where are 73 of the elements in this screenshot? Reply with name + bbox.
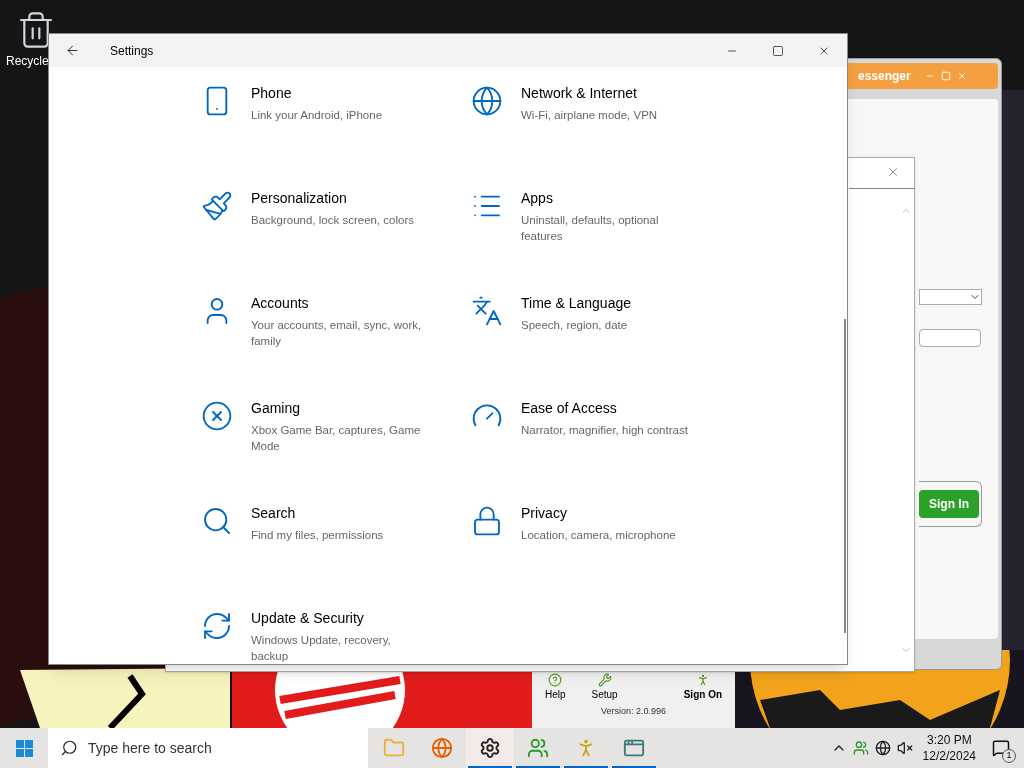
settings-category[interactable]: Apps Uninstall, defaults, optional features	[471, 188, 741, 270]
settings-category[interactable]: Update & Security Windows Update, recovery, backup	[201, 608, 471, 664]
category-title: Ease of Access	[521, 399, 618, 418]
settings-icon	[479, 737, 501, 759]
category-description: Background, lock screen, colors	[251, 213, 415, 228]
toolbar-button[interactable]: Sign On	[683, 673, 723, 702]
category-description: Uninstall, defaults, optional features	[521, 213, 660, 244]
scrollbar-thumb[interactable]	[844, 319, 846, 633]
category-description: Xbox Game Bar, captures, Game Mode	[251, 423, 422, 454]
xbox-icon	[201, 400, 233, 432]
globe-icon	[471, 85, 503, 117]
search-icon	[201, 505, 233, 537]
settings-category[interactable]: Network & Internet Wi-Fi, airplane mode, VPN	[471, 83, 741, 165]
version-text: Version: 2.0.996	[600, 705, 667, 718]
windows-icon	[15, 739, 33, 757]
category-description: Windows Update, recovery, backup	[251, 633, 392, 664]
maximize-icon[interactable]	[940, 71, 951, 81]
desktop-icon-label: Recycle	[6, 53, 49, 70]
dropdown-field[interactable]	[919, 289, 982, 305]
settings-category[interactable]: Search Find my files, permissions	[201, 503, 471, 585]
back-icon	[64, 43, 80, 58]
help-icon	[548, 673, 563, 687]
firefox-icon	[431, 737, 453, 759]
settings-category[interactable]: Accounts Your accounts, email, sync, work, family	[201, 293, 471, 375]
toolbar-button[interactable]: Help	[544, 673, 566, 702]
category-title: Update & Security	[251, 609, 365, 628]
window-title: essenger	[858, 68, 911, 85]
close-icon[interactable]	[956, 71, 967, 81]
category-description: Narrator, magnifier, high contrast	[521, 423, 689, 438]
settings-category[interactable]: Personalization Background, lock screen, colors	[201, 188, 471, 270]
category-description: Link your Android, iPhone	[251, 108, 384, 123]
category-title: Accounts	[251, 294, 310, 313]
category-title: Network & Internet	[521, 84, 638, 103]
volume-muted-icon[interactable]	[896, 740, 913, 756]
category-description: Speech, region, date	[521, 318, 629, 333]
notification-icon	[992, 739, 1010, 757]
notifications-button[interactable]: 1	[986, 733, 1016, 763]
category-title: Time & Language	[521, 294, 632, 313]
category-title: Gaming	[251, 399, 302, 418]
maximize-icon	[772, 44, 784, 57]
settings-category[interactable]: Ease of Access Narrator, magnifier, high contrast	[471, 398, 741, 480]
category-description: Wi-Fi, airplane mode, VPN	[521, 108, 659, 123]
buddies-icon[interactable]	[852, 740, 869, 756]
window-icon	[623, 737, 645, 759]
window-title: Settings	[110, 42, 154, 60]
category-title: Phone	[251, 84, 293, 103]
search-icon	[60, 739, 78, 757]
refresh-icon	[201, 610, 233, 642]
category-description: Location, camera, microphone	[521, 528, 677, 543]
close-icon[interactable]	[886, 165, 900, 179]
category-title: Search	[251, 504, 297, 523]
folder-icon	[383, 737, 405, 759]
search-field[interactable]: Type here to search	[88, 737, 338, 759]
settings-category[interactable]: Privacy Location, camera, microphone	[471, 503, 741, 585]
settings-category[interactable]: Phone Link your Android, iPhone	[201, 83, 471, 165]
settings-category[interactable]: Time & Language Speech, region, date	[471, 293, 741, 375]
category-title: Apps	[521, 189, 554, 208]
settings-category[interactable]: Gaming Xbox Game Bar, captures, Game Mode	[201, 398, 471, 480]
category-description: Find my files, permissions	[251, 528, 385, 543]
language-icon	[471, 295, 503, 327]
category-title: Personalization	[251, 189, 348, 208]
notification-count: 1	[1002, 749, 1016, 763]
toolbar-button[interactable]: Setup	[591, 673, 618, 702]
clock[interactable]: 3:20 PM 12/2/2024	[918, 732, 980, 764]
search-bar[interactable]: Type here to search	[48, 728, 368, 768]
wrench-icon	[597, 673, 612, 687]
category-description: Your accounts, email, sync, work, family	[251, 318, 423, 349]
paintbrush-icon	[201, 190, 233, 222]
network-icon[interactable]	[874, 740, 891, 756]
lock-icon	[471, 505, 503, 537]
buddies-icon	[527, 737, 549, 759]
category-title: Privacy	[521, 504, 568, 523]
input-field[interactable]	[919, 329, 981, 347]
